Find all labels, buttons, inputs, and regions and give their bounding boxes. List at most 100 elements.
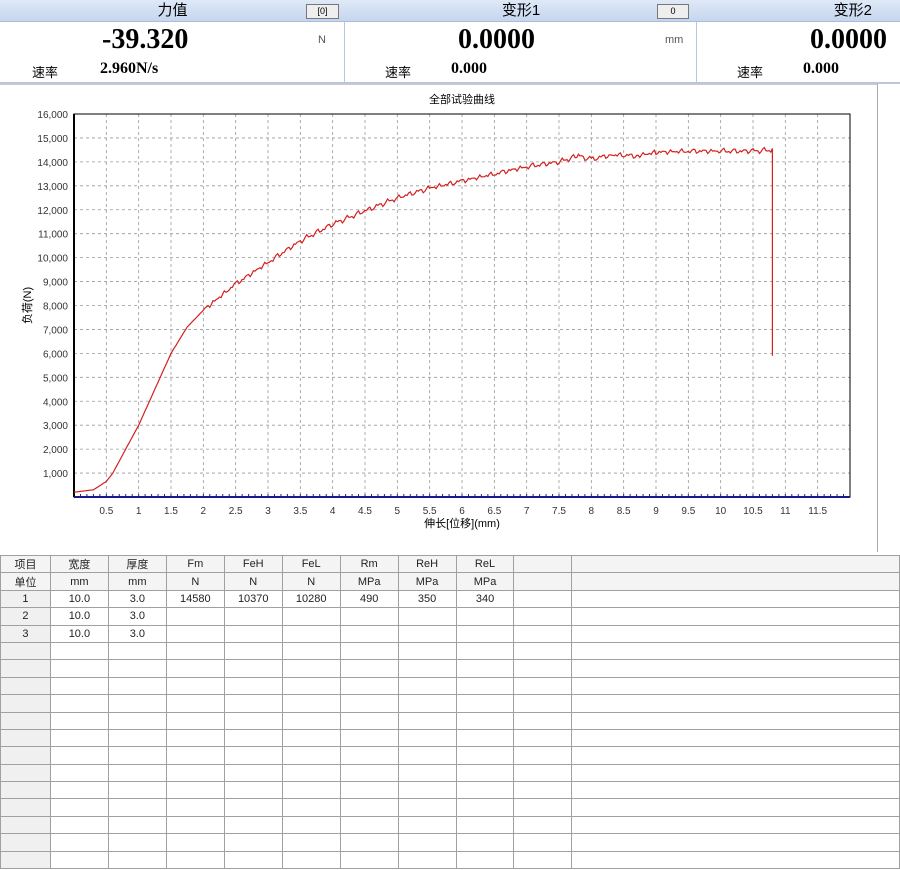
- table-cell[interactable]: [49, 850, 109, 870]
- table-cell[interactable]: [513, 850, 573, 870]
- table-cell[interactable]: [165, 711, 225, 730]
- table-cell[interactable]: [513, 815, 573, 835]
- table-cell[interactable]: [339, 711, 399, 730]
- table-cell[interactable]: [571, 607, 900, 626]
- table-cell[interactable]: [571, 781, 900, 800]
- table-cell[interactable]: [455, 815, 515, 835]
- table-cell[interactable]: [107, 659, 167, 678]
- table-cell[interactable]: [339, 798, 399, 817]
- table-cell[interactable]: [165, 624, 225, 643]
- table-cell[interactable]: [49, 833, 109, 852]
- table-cell[interactable]: [0, 746, 51, 765]
- table-cell[interactable]: 10.0: [49, 589, 109, 609]
- table-cell[interactable]: [223, 850, 283, 870]
- table-cell[interactable]: [455, 798, 515, 817]
- table-cell[interactable]: ReL: [455, 554, 515, 574]
- table-cell[interactable]: [107, 676, 167, 696]
- table-cell[interactable]: [49, 815, 109, 835]
- table-cell[interactable]: [107, 641, 167, 661]
- table-cell[interactable]: [49, 659, 109, 678]
- table-cell[interactable]: [165, 798, 225, 817]
- table-cell[interactable]: [49, 763, 109, 783]
- table-cell[interactable]: FeL: [281, 554, 341, 574]
- table-cell[interactable]: 340: [455, 589, 515, 609]
- table-cell[interactable]: [223, 711, 283, 730]
- deform1-zero-button[interactable]: 0: [657, 4, 689, 19]
- table-cell[interactable]: [49, 728, 109, 748]
- table-cell[interactable]: [339, 624, 399, 643]
- table-cell[interactable]: [513, 624, 573, 643]
- table-cell[interactable]: [513, 659, 573, 678]
- table-cell[interactable]: [571, 554, 900, 574]
- table-cell[interactable]: [0, 641, 51, 661]
- table-cell[interactable]: [455, 676, 515, 696]
- table-cell[interactable]: [165, 676, 225, 696]
- table-cell[interactable]: [281, 607, 341, 626]
- table-cell[interactable]: [397, 850, 457, 870]
- table-cell[interactable]: mm: [49, 572, 109, 591]
- table-cell[interactable]: [165, 746, 225, 765]
- table-cell[interactable]: [397, 815, 457, 835]
- table-cell[interactable]: [281, 676, 341, 696]
- table-cell[interactable]: [281, 850, 341, 870]
- table-cell[interactable]: Fm: [165, 554, 225, 574]
- table-cell[interactable]: [455, 659, 515, 678]
- table-cell[interactable]: [223, 781, 283, 800]
- table-cell[interactable]: [397, 624, 457, 643]
- table-cell[interactable]: [0, 833, 51, 852]
- table-cell[interactable]: [165, 815, 225, 835]
- table-cell[interactable]: [455, 711, 515, 730]
- table-cell[interactable]: 单位: [0, 572, 51, 591]
- table-cell[interactable]: [513, 572, 573, 591]
- table-cell[interactable]: [0, 850, 51, 870]
- table-cell[interactable]: N: [281, 572, 341, 591]
- table-cell[interactable]: [0, 728, 51, 748]
- table-cell[interactable]: mm: [107, 572, 167, 591]
- table-cell[interactable]: [339, 607, 399, 626]
- table-cell[interactable]: [397, 746, 457, 765]
- table-cell[interactable]: ReH: [397, 554, 457, 574]
- table-cell[interactable]: [281, 833, 341, 852]
- table-cell[interactable]: [0, 694, 51, 713]
- table-cell[interactable]: [455, 781, 515, 800]
- table-cell[interactable]: [455, 763, 515, 783]
- table-cell[interactable]: [455, 607, 515, 626]
- table-cell[interactable]: [165, 728, 225, 748]
- table-cell[interactable]: [107, 833, 167, 852]
- table-cell[interactable]: [339, 676, 399, 696]
- table-cell[interactable]: [165, 641, 225, 661]
- table-cell[interactable]: [0, 798, 51, 817]
- table-cell[interactable]: [223, 798, 283, 817]
- table-cell[interactable]: [49, 798, 109, 817]
- table-cell[interactable]: [571, 659, 900, 678]
- table-cell[interactable]: [0, 676, 51, 696]
- table-cell[interactable]: [107, 763, 167, 783]
- table-cell[interactable]: 厚度: [107, 554, 167, 574]
- table-cell[interactable]: [455, 850, 515, 870]
- table-cell[interactable]: [339, 746, 399, 765]
- table-cell[interactable]: 350: [397, 589, 457, 609]
- table-cell[interactable]: [49, 746, 109, 765]
- table-cell[interactable]: [571, 728, 900, 748]
- table-cell[interactable]: [571, 833, 900, 852]
- table-cell[interactable]: [455, 694, 515, 713]
- table-cell[interactable]: [339, 728, 399, 748]
- table-cell[interactable]: [107, 781, 167, 800]
- table-cell[interactable]: [223, 641, 283, 661]
- table-cell[interactable]: 10370: [223, 589, 283, 609]
- table-cell[interactable]: [397, 659, 457, 678]
- table-cell[interactable]: MPa: [397, 572, 457, 591]
- table-cell[interactable]: [397, 711, 457, 730]
- table-cell[interactable]: [223, 607, 283, 626]
- table-cell[interactable]: [223, 833, 283, 852]
- table-cell[interactable]: 3.0: [107, 607, 167, 626]
- table-cell[interactable]: 10280: [281, 589, 341, 609]
- table-cell[interactable]: [0, 659, 51, 678]
- table-cell[interactable]: [223, 676, 283, 696]
- vertical-scrollbar[interactable]: [877, 84, 900, 552]
- table-cell[interactable]: [397, 781, 457, 800]
- table-cell[interactable]: [571, 763, 900, 783]
- table-cell[interactable]: [339, 659, 399, 678]
- table-cell[interactable]: [339, 815, 399, 835]
- table-cell[interactable]: [107, 815, 167, 835]
